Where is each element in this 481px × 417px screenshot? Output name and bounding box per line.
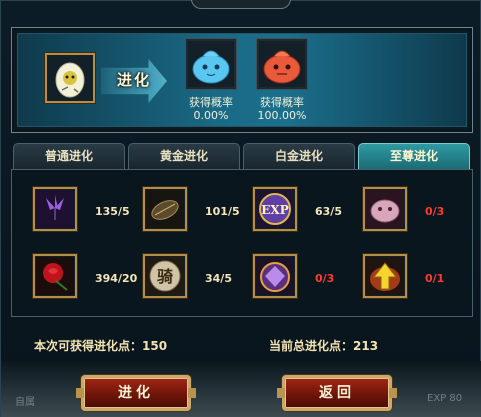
button-knob-right xyxy=(389,388,397,398)
obtainable-points-label: 本次可获得进化点： xyxy=(34,339,143,353)
target-1-prob-value: 0.00% xyxy=(193,109,229,122)
target-1-prob-caption: 获得概率 xyxy=(189,96,233,109)
material-count-7: 0/3 xyxy=(315,272,335,285)
material-slot-8[interactable] xyxy=(363,254,407,298)
tab-gold-evolve[interactable]: 黄金进化 xyxy=(128,143,240,169)
evolve-arrow-label: 进化 xyxy=(117,71,152,89)
evolution-panel: 进化 获得概率 0.00% 获得概率 100.00% 普通进化 黄金进化 白金进… xyxy=(0,0,481,417)
svg-text:骑: 骑 xyxy=(157,267,173,286)
evolve-button[interactable]: 进化 xyxy=(76,375,196,411)
material-slot-5[interactable] xyxy=(33,254,77,298)
material-count-3: 63/5 xyxy=(315,205,342,218)
back-button[interactable]: 返回 xyxy=(277,375,397,411)
target-pet-slot-1[interactable] xyxy=(186,39,236,89)
tab-supreme-evolve[interactable]: 至尊进化 xyxy=(358,143,470,169)
background-ghost-text-left: 自属 xyxy=(15,397,35,408)
material-slot-1[interactable] xyxy=(33,187,77,231)
target-2-prob-caption: 获得概率 xyxy=(260,96,304,109)
panel-title-cap xyxy=(191,0,291,9)
dark-seed-icon xyxy=(146,190,184,228)
tab-platinum-evolve[interactable]: 白金进化 xyxy=(243,143,355,169)
target-pet-slot-2[interactable] xyxy=(257,39,307,89)
obtainable-points-value: 150 xyxy=(142,339,168,353)
button-knob-left xyxy=(277,388,285,398)
background-ghost-text-right: EXP 80 xyxy=(427,393,463,404)
material-count-5: 394/20 xyxy=(95,272,138,285)
red-blob-pet-icon xyxy=(263,50,301,84)
purple-flower-icon xyxy=(36,190,74,228)
obtainable-points: 本次可获得进化点：150 xyxy=(34,337,167,354)
upgrade-arrow-icon xyxy=(366,257,404,295)
purple-gem-icon xyxy=(256,257,294,295)
material-slot-3[interactable]: EXP xyxy=(253,187,297,231)
egg-pet-icon xyxy=(55,62,85,98)
source-pet-slot[interactable] xyxy=(45,53,95,103)
material-slot-7[interactable] xyxy=(253,254,297,298)
pink-beast-icon xyxy=(366,190,404,228)
material-count-1: 135/5 xyxy=(95,205,130,218)
material-count-2: 101/5 xyxy=(205,205,240,218)
red-rose-icon xyxy=(36,257,74,295)
bottom-bar xyxy=(1,361,481,417)
total-points: 当前总进化点：213 xyxy=(269,337,378,354)
material-slot-6[interactable]: 骑 xyxy=(143,254,187,298)
material-count-4: 0/3 xyxy=(425,205,445,218)
blue-blob-pet-icon xyxy=(192,50,230,84)
button-knob-right xyxy=(188,388,196,398)
ride-token-icon: 骑 xyxy=(146,257,184,295)
back-button-label: 返回 xyxy=(319,385,355,401)
evolve-button-label: 进化 xyxy=(118,385,154,401)
material-count-6: 34/5 xyxy=(205,272,232,285)
button-knob-left xyxy=(76,388,84,398)
tab-normal-evolve[interactable]: 普通进化 xyxy=(13,143,125,169)
total-points-label: 当前总进化点： xyxy=(269,339,354,353)
total-points-value: 213 xyxy=(353,339,379,353)
material-slot-4[interactable] xyxy=(363,187,407,231)
material-count-8: 0/1 xyxy=(425,272,445,285)
svg-text:EXP: EXP xyxy=(261,203,288,217)
material-slot-2[interactable] xyxy=(143,187,187,231)
target-2-prob-value: 100.00% xyxy=(257,109,307,122)
exp-orb-icon: EXP xyxy=(256,190,294,228)
